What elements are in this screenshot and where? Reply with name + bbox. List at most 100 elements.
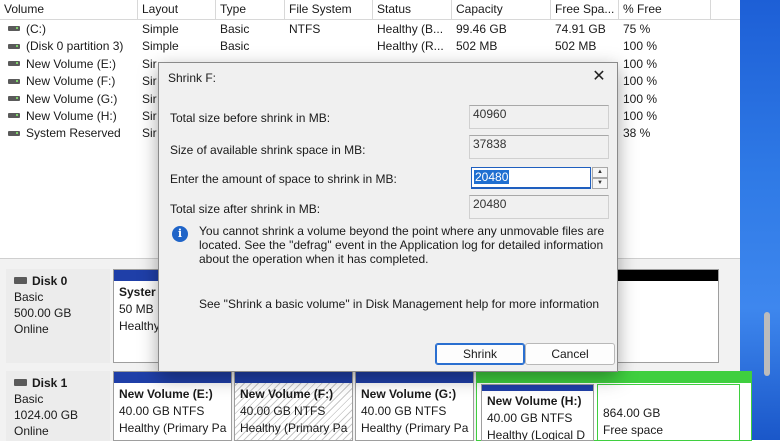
partition-name: New Volume (E:) [119, 387, 213, 401]
disk-0-label[interactable]: Disk 0 Basic 500.00 GB Online [6, 269, 110, 363]
total-size-before-label: Total size before shrink in MB: [170, 111, 331, 125]
table-row[interactable]: (Disk 0 partition 3) Simple Basic Healthy (… [0, 38, 740, 55]
column-header-layout[interactable]: Layout [138, 0, 216, 19]
cell-layout: Simple [142, 39, 179, 54]
cell-type: Basic [220, 39, 250, 54]
column-header-free-space[interactable]: Free Spa... [551, 0, 619, 19]
cell-pct: 100 % [623, 56, 658, 71]
partition-name: Syster [119, 285, 156, 299]
total-size-after-value: 20480 [469, 195, 609, 219]
cell-free: 74.91 GB [555, 22, 606, 36]
partition-status: Free space [603, 423, 664, 437]
partition-bar [235, 372, 352, 383]
volume-name: New Volume (E:) [26, 56, 117, 71]
table-row[interactable]: (C:) Simple Basic NTFS Healthy (B... 99.46 GB… [0, 21, 740, 38]
shrink-amount-label: Enter the amount of space to shrink in M… [170, 172, 397, 186]
partition-new-volume-g[interactable]: New Volume (G:) 40.00 GB NTFS Healthy (Pri… [355, 371, 474, 441]
drive-icon [8, 43, 20, 49]
partition-status: Healthy (Primary Pa [240, 421, 348, 435]
cell-volume: (Disk 0 partition 3) [0, 38, 138, 55]
shrink-button[interactable]: Shrink [435, 343, 525, 365]
partition-system-reserved[interactable]: Syster 50 MB Healthy [113, 269, 163, 363]
column-header-status[interactable]: Status [373, 0, 452, 19]
extended-partition-bar [477, 372, 751, 383]
column-header-capacity[interactable]: Capacity [452, 0, 551, 19]
cancel-button[interactable]: Cancel [525, 343, 615, 365]
cell-status: Healthy (R... [377, 39, 444, 54]
shrink-amount-spinner: ▲ ▼ [592, 167, 608, 189]
partition-status: Healthy (Logical D [487, 428, 586, 441]
cell-free: 502 MB [555, 39, 597, 54]
cell-fs: NTFS [289, 22, 321, 36]
chevron-up-icon[interactable]: ▲ [592, 167, 608, 178]
cell-pct: 100 % [623, 74, 658, 89]
volume-name: New Volume (F:) [26, 74, 116, 89]
dialog-title: Shrink F: [168, 71, 217, 85]
cell-volume: New Volume (H:) [0, 108, 138, 125]
volume-name: New Volume (H:) [26, 109, 117, 123]
partition-disk0-unallocated[interactable] [617, 269, 719, 363]
total-size-before-value: 40960 [469, 105, 609, 129]
partition-bar [482, 385, 593, 391]
column-header-percent-free[interactable]: % Free [619, 0, 711, 19]
partition-size: 40.00 GB NTFS [487, 411, 573, 425]
available-shrink-space-value: 37838 [469, 135, 609, 159]
partition-size: 40.00 GB NTFS [240, 404, 326, 418]
scrollbar-thumb[interactable] [764, 312, 770, 376]
shrink-dialog: Shrink F: ✕ Total size before shrink in … [158, 62, 618, 372]
help-message: See "Shrink a basic volume" in Disk Mana… [199, 297, 600, 311]
column-header-volume[interactable]: Volume [0, 0, 138, 19]
cell-pct: 38 % [623, 126, 651, 141]
disk-name: Disk 1 [32, 376, 68, 390]
volume-list-header: Volume Layout Type File System Status Ca… [0, 0, 740, 20]
cell-type: Basic [220, 22, 250, 36]
drive-icon [8, 130, 20, 136]
cell-volume: New Volume (E:) [0, 56, 138, 73]
partition-bar [114, 270, 162, 281]
partition-bar [114, 372, 231, 383]
drive-icon [8, 113, 20, 119]
chevron-down-icon[interactable]: ▼ [592, 178, 608, 189]
partition-size: 40.00 GB NTFS [119, 404, 205, 418]
cell-status: Healthy (B... [377, 22, 444, 36]
disk-icon [14, 277, 27, 285]
partition-bar [618, 270, 718, 281]
disk-state: Online [14, 424, 49, 438]
cell-capacity: 502 MB [456, 39, 498, 54]
cell-fs [285, 38, 373, 55]
cell-volume: System Reserved [0, 125, 138, 142]
shrink-amount-input[interactable]: 20480 [471, 167, 591, 189]
partition-size: 864.00 GB [603, 406, 661, 420]
disk-type: Basic [14, 392, 44, 406]
cell-volume: New Volume (F:) [0, 73, 138, 90]
volume-name: (C:) [26, 22, 46, 36]
partition-status: Healthy [119, 319, 160, 333]
partition-name: New Volume (H:) [487, 394, 582, 408]
cell-capacity: 99.46 GB [456, 22, 507, 36]
disk-1-label[interactable]: Disk 1 Basic 1024.00 GB Online [6, 371, 110, 441]
partition-size: 50 MB [119, 302, 154, 316]
partition-new-volume-e[interactable]: New Volume (E:) 40.00 GB NTFS Healthy (Pri… [113, 371, 232, 441]
partition-size: 40.00 GB NTFS [361, 404, 447, 418]
column-header-file-system[interactable]: File System [285, 0, 373, 19]
close-icon[interactable]: ✕ [585, 65, 613, 89]
partition-status: Healthy (Primary Pa [119, 421, 227, 435]
cell-pct: 100 % [623, 109, 658, 123]
partition-new-volume-f[interactable]: New Volume (F:) 40.00 GB NTFS Healthy (Pri… [234, 371, 353, 441]
cell-pct: 75 % [623, 22, 651, 36]
volume-name: System Reserved [26, 126, 121, 141]
drive-icon [8, 78, 20, 84]
info-icon: i [172, 226, 188, 242]
cell-volume: New Volume (G:) [0, 91, 138, 108]
partition-free-space[interactable]: 864.00 GB Free space [597, 384, 740, 441]
shrink-amount-value[interactable]: 20480 [474, 170, 510, 184]
column-header-type[interactable]: Type [216, 0, 285, 19]
partition-new-volume-h[interactable]: New Volume (H:) 40.00 GB NTFS Healthy (Log… [481, 384, 594, 441]
drive-icon [8, 61, 20, 67]
volume-name: (Disk 0 partition 3) [26, 39, 124, 54]
partition-name: New Volume (G:) [361, 387, 457, 401]
disk-size: 500.00 GB [14, 306, 72, 320]
cell-volume: (C:) [0, 21, 138, 38]
available-shrink-space-label: Size of available shrink space in MB: [170, 143, 366, 157]
disk-size: 1024.00 GB [14, 408, 79, 422]
